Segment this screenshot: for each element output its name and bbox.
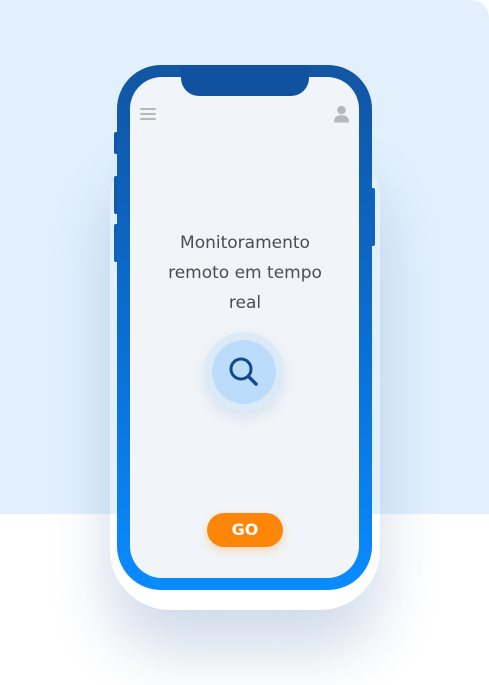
screen-title: Monitoramento remoto em tempo real [168,233,322,313]
user-profile-icon[interactable] [333,105,350,123]
page: Monitoramento remoto em tempo real GO [0,0,489,685]
phone-notch [181,65,309,96]
search-button[interactable] [212,340,276,404]
hamburger-menu-icon[interactable] [140,108,156,121]
phone-screen [130,77,359,578]
go-button[interactable]: GO [207,513,283,547]
magnifier-search-icon [229,357,258,386]
